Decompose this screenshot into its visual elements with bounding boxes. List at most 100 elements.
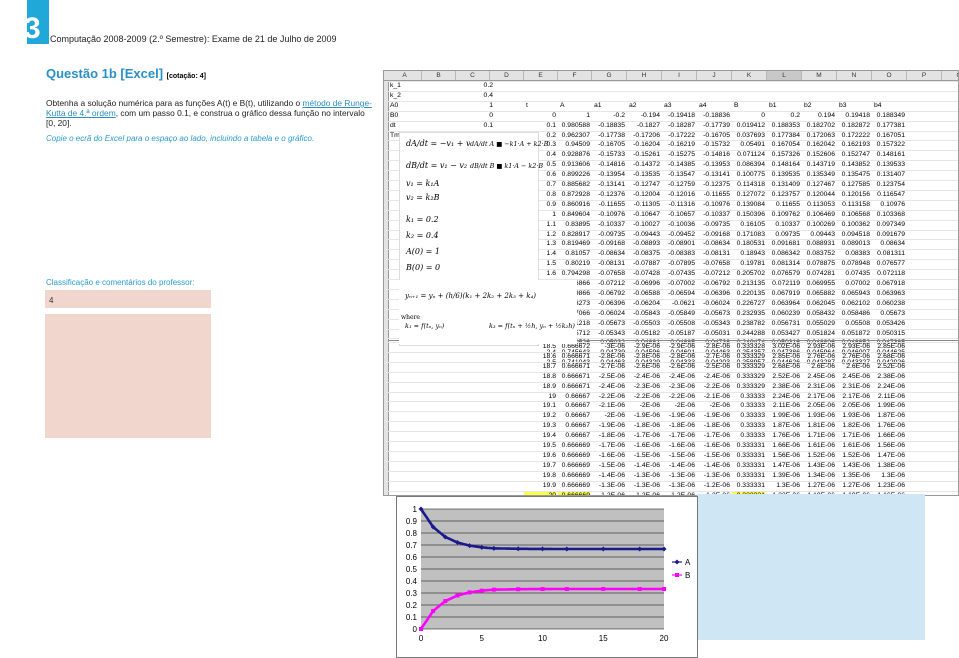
table-cell[interactable]: 0.106469: [802, 210, 835, 219]
table-cell[interactable]: 0.062045: [802, 299, 835, 308]
table-cell[interactable]: 0.072118: [872, 269, 905, 278]
table-cell[interactable]: -1.9E-06: [627, 411, 660, 420]
table-cell[interactable]: -1.4E-06: [662, 461, 695, 470]
table-cell[interactable]: 0.980588: [558, 121, 590, 130]
param-name[interactable]: B0: [390, 111, 420, 120]
table-cell[interactable]: 0.113158: [837, 200, 870, 209]
table-cell[interactable]: 0.103368: [872, 210, 905, 219]
table-cell[interactable]: 0.333331: [732, 451, 765, 460]
table-cell[interactable]: 2.11E-06: [872, 392, 905, 401]
table-cell[interactable]: 0.167051: [872, 131, 905, 140]
table-cell[interactable]: 2.52E-06: [767, 372, 800, 381]
table-cell[interactable]: 2.93E-06: [837, 342, 870, 351]
param-name[interactable]: k_1: [390, 81, 420, 90]
table-cell[interactable]: -1.8E-06: [697, 421, 730, 430]
table-cell[interactable]: 0.051824: [802, 329, 835, 338]
table-cell[interactable]: -0.05031: [697, 329, 730, 338]
table-cell[interactable]: -1.7E-06: [592, 441, 625, 450]
param-value[interactable]: 0: [422, 111, 493, 120]
column-header-h[interactable]: H: [627, 71, 662, 80]
table-cell[interactable]: -2.2E-06: [627, 392, 660, 401]
table-cell[interactable]: 0.148161: [872, 150, 905, 159]
table-cell[interactable]: 0.062102: [837, 299, 870, 308]
column-header-i[interactable]: I: [662, 71, 697, 80]
table-cell[interactable]: 0.1: [524, 121, 556, 130]
table-cell[interactable]: -0.15733: [592, 150, 625, 159]
table-cell[interactable]: 0.07002: [837, 279, 870, 288]
table-cell[interactable]: -0.10036: [662, 220, 695, 229]
table-cell[interactable]: 0.100362: [837, 220, 870, 229]
table-cell[interactable]: -2.4E-06: [627, 372, 660, 381]
table-cell[interactable]: 2.93E-06: [802, 342, 835, 351]
table-cell[interactable]: -2.3E-06: [627, 382, 660, 391]
table-cell[interactable]: -0.11655: [697, 190, 730, 199]
table-cell[interactable]: 0.238782: [732, 319, 765, 328]
table-cell[interactable]: 0.66667: [558, 392, 590, 401]
table-cell[interactable]: -2.6E-06: [627, 362, 660, 371]
table-cell[interactable]: -0.17222: [662, 131, 695, 140]
table-cell[interactable]: -0.17739: [697, 121, 730, 130]
table-cell[interactable]: 0.086342: [767, 249, 800, 258]
table-cell[interactable]: 0.088931: [802, 239, 835, 248]
table-cell[interactable]: -0.11655: [592, 200, 625, 209]
table-cell[interactable]: 18.9: [524, 382, 556, 391]
table-cell[interactable]: -0.10657: [662, 210, 695, 219]
table-cell[interactable]: -2.4E-06: [662, 372, 695, 381]
table-cell[interactable]: -0.07212: [592, 279, 625, 288]
table-cell[interactable]: 0.333329: [732, 362, 765, 371]
table-cell[interactable]: 19.4: [524, 431, 556, 440]
column-header-f[interactable]: F: [558, 71, 592, 80]
table-cell[interactable]: 2.68E-06: [767, 362, 800, 371]
table-cell[interactable]: -0.09452: [662, 230, 695, 239]
table-cell[interactable]: -0.05673: [697, 309, 730, 318]
table-cell[interactable]: 2.24E-06: [872, 382, 905, 391]
table-cell[interactable]: -0.08131: [592, 259, 625, 268]
column-header-q[interactable]: Q: [942, 71, 958, 80]
table-cell[interactable]: -0.15275: [662, 150, 695, 159]
table-cell[interactable]: -1.7E-06: [697, 431, 730, 440]
table-cell[interactable]: 0.666671: [558, 352, 590, 361]
table-cell[interactable]: -0.05843: [627, 309, 660, 318]
table-cell[interactable]: 0.83895: [558, 220, 590, 229]
table-header-cell[interactable]: b3: [839, 101, 869, 110]
table-cell[interactable]: -0.14385: [662, 160, 695, 169]
table-cell[interactable]: 0.143719: [802, 160, 835, 169]
table-cell[interactable]: -0.06024: [697, 299, 730, 308]
table-cell[interactable]: 0.333329: [732, 352, 765, 361]
table-cell[interactable]: 0.213135: [732, 279, 765, 288]
table-cell[interactable]: -1.5E-06: [627, 451, 660, 460]
table-cell[interactable]: -2.8E-06: [697, 342, 730, 351]
table-cell[interactable]: -0.09168: [697, 230, 730, 239]
table-header-cell[interactable]: A: [560, 101, 590, 110]
table-cell[interactable]: 2.76E-06: [837, 352, 870, 361]
table-cell[interactable]: -0.10337: [592, 220, 625, 229]
table-cell[interactable]: -2.7E-06: [697, 352, 730, 361]
table-cell[interactable]: 0.143852: [837, 160, 870, 169]
table-cell[interactable]: -0.12376: [592, 190, 625, 199]
table-header-cell[interactable]: t: [526, 101, 556, 110]
table-cell[interactable]: 0.081311: [872, 249, 905, 258]
table-cell[interactable]: 0.232935: [732, 309, 765, 318]
table-cell[interactable]: 0.666671: [558, 382, 590, 391]
param-value[interactable]: 1: [422, 101, 493, 110]
table-cell[interactable]: 0.091679: [872, 230, 905, 239]
table-cell[interactable]: 0.152606: [802, 150, 835, 159]
table-cell[interactable]: 0.18943: [732, 249, 765, 258]
table-cell[interactable]: -0.11305: [627, 200, 660, 209]
table-cell[interactable]: 0.666669: [558, 441, 590, 450]
table-cell[interactable]: -0.12004: [627, 190, 660, 199]
table-cell[interactable]: 0.09735: [767, 230, 800, 239]
column-header-n[interactable]: N: [837, 71, 872, 80]
table-cell[interactable]: 19.9: [524, 481, 556, 490]
table-cell[interactable]: 0.666669: [558, 461, 590, 470]
table-cell[interactable]: -0.08634: [697, 239, 730, 248]
table-cell[interactable]: 0.333331: [732, 471, 765, 480]
table-cell[interactable]: 2.38E-06: [872, 372, 905, 381]
score-field[interactable]: [45, 290, 211, 308]
table-cell[interactable]: -0.07895: [662, 259, 695, 268]
param-value[interactable]: 0.2: [422, 81, 493, 90]
table-cell[interactable]: -0.13953: [697, 160, 730, 169]
table-cell[interactable]: 0.177381: [872, 121, 905, 130]
table-cell[interactable]: -2.2E-06: [662, 392, 695, 401]
table-cell[interactable]: -0.07658: [592, 269, 625, 278]
